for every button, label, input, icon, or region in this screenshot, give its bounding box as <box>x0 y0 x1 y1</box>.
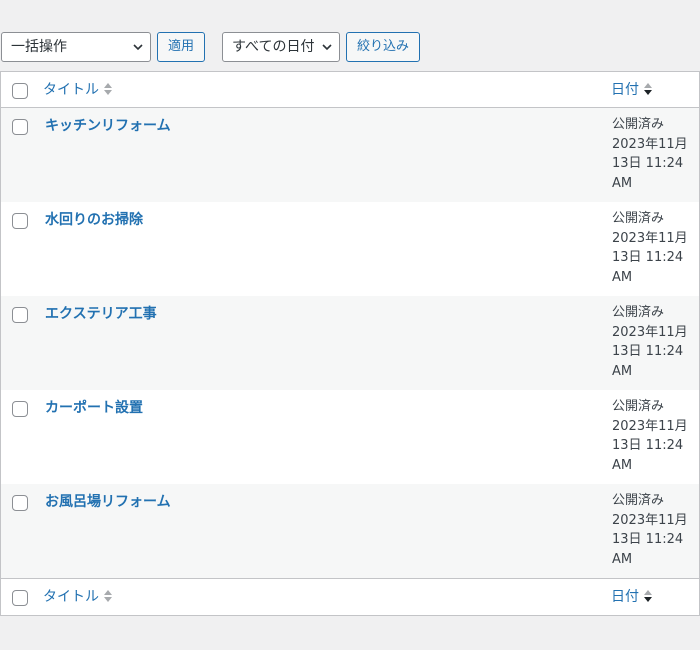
row-checkbox[interactable] <box>12 401 28 417</box>
date-filter-label: すべての日付 <box>232 39 315 55</box>
table-row: 水回りのお掃除 公開済み 2023年11月 13日 11:24 AM <box>1 202 699 296</box>
sort-icon <box>104 83 112 95</box>
row-date-line: 13日 11:24 <box>612 250 684 266</box>
row-status: 公開済み <box>612 211 665 226</box>
column-date-footer[interactable]: 日付 <box>611 588 652 606</box>
row-date: 公開済み 2023年11月 13日 11:24 AM <box>612 303 699 381</box>
row-date-line: 2023年11月 <box>612 136 688 152</box>
row-date-line: 13日 11:24 <box>612 156 684 172</box>
sort-desc-icon <box>644 83 652 95</box>
row-date-line: 2023年11月 <box>612 230 688 246</box>
table-footer: タイトル 日付 <box>1 578 699 614</box>
row-checkbox[interactable] <box>12 307 28 323</box>
sort-desc-icon <box>644 590 652 602</box>
chevron-down-icon <box>133 44 143 51</box>
table-row: お風呂場リフォーム 公開済み 2023年11月 13日 11:24 AM <box>1 484 699 578</box>
row-date-line: 13日 11:24 <box>612 438 684 454</box>
apply-button[interactable]: 適用 <box>157 32 205 62</box>
row-date-line: 13日 11:24 <box>612 532 684 548</box>
row-date-line: 2023年11月 <box>612 418 688 434</box>
row-status: 公開済み <box>612 399 665 414</box>
table-row: キッチンリフォーム 公開済み 2023年11月 13日 11:24 AM <box>1 108 699 202</box>
row-date: 公開済み 2023年11月 13日 11:24 AM <box>612 115 699 193</box>
column-title-label: タイトル <box>43 82 99 98</box>
row-date-line: 2023年11月 <box>612 324 688 340</box>
row-checkbox[interactable] <box>12 495 28 511</box>
row-date-line: AM <box>612 269 633 285</box>
row-title-link[interactable]: 水回りのお掃除 <box>45 211 143 229</box>
row-status: 公開済み <box>612 493 665 508</box>
row-title-link[interactable]: キッチンリフォーム <box>45 117 171 135</box>
bulk-action-select[interactable]: 一括操作 <box>1 32 151 62</box>
row-date-line: 13日 11:24 <box>612 344 684 360</box>
table-row: エクステリア工事 公開済み 2023年11月 13日 11:24 AM <box>1 296 699 390</box>
row-status: 公開済み <box>612 117 665 132</box>
row-title-link[interactable]: お風呂場リフォーム <box>45 493 171 511</box>
filter-button[interactable]: 絞り込み <box>346 32 420 62</box>
row-status: 公開済み <box>612 305 665 320</box>
column-date-header[interactable]: 日付 <box>611 81 652 99</box>
row-checkbox[interactable] <box>12 213 28 229</box>
column-title-label: タイトル <box>43 589 99 605</box>
select-all-checkbox-footer[interactable] <box>12 590 28 606</box>
posts-table: タイトル 日付 キッチンリフォーム 公開済み 2023年11月 13日 11:2… <box>0 71 700 616</box>
row-date: 公開済み 2023年11月 13日 11:24 AM <box>612 397 699 475</box>
row-date-line: AM <box>612 175 633 191</box>
row-checkbox[interactable] <box>12 119 28 135</box>
row-date-line: AM <box>612 457 633 473</box>
row-date-line: AM <box>612 363 633 379</box>
row-date: 公開済み 2023年11月 13日 11:24 AM <box>612 209 699 287</box>
tablenav-top: 一括操作 適用 すべての日付 絞り込み <box>0 31 700 63</box>
row-date-line: 2023年11月 <box>612 512 688 528</box>
column-date-label: 日付 <box>611 589 639 605</box>
row-title-link[interactable]: エクステリア工事 <box>45 305 157 323</box>
row-date: 公開済み 2023年11月 13日 11:24 AM <box>612 491 699 569</box>
select-all-checkbox[interactable] <box>12 83 28 99</box>
row-title-link[interactable]: カーポート設置 <box>45 399 143 417</box>
row-date-line: AM <box>612 551 633 567</box>
bulk-action-label: 一括操作 <box>11 39 67 55</box>
sort-icon <box>104 590 112 602</box>
column-title-footer[interactable]: タイトル <box>43 588 112 606</box>
table-header: タイトル 日付 <box>1 72 699 108</box>
table-row: カーポート設置 公開済み 2023年11月 13日 11:24 AM <box>1 390 699 484</box>
column-title-header[interactable]: タイトル <box>43 81 112 99</box>
chevron-down-icon <box>322 44 332 51</box>
column-date-label: 日付 <box>611 82 639 98</box>
date-filter-select[interactable]: すべての日付 <box>222 32 340 62</box>
